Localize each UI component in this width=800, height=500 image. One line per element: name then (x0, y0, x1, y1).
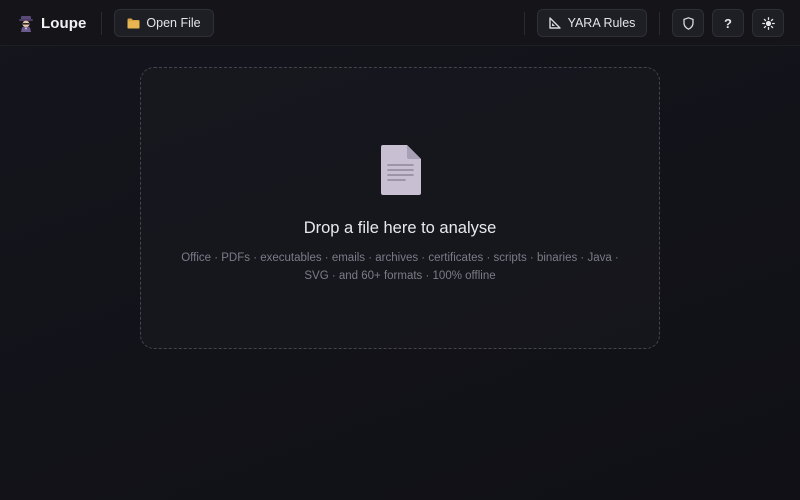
app-name: Loupe (41, 14, 87, 32)
toolbar-divider (524, 12, 525, 35)
toolbar-divider (101, 12, 102, 35)
help-label: ? (724, 15, 732, 31)
open-file-button[interactable]: Open File (114, 9, 214, 37)
folder-icon (127, 18, 140, 29)
security-button[interactable] (672, 9, 704, 37)
document-icon (380, 144, 422, 196)
app-window: Loupe Open File YARA Rules ? Drop a file… (0, 0, 800, 500)
supported-formats-line: SVG · and 60+ formats · 100% offline (304, 270, 496, 282)
sun-icon (761, 16, 775, 30)
supported-formats-text: Office · PDFs · executables · emails · a… (171, 249, 629, 285)
shield-icon (682, 16, 694, 30)
theme-toggle-button[interactable] (752, 9, 784, 37)
file-drop-zone[interactable]: Drop a file here to analyse Office · PDF… (140, 67, 660, 349)
help-button[interactable]: ? (712, 9, 744, 37)
triangle-ruler-icon (548, 17, 561, 29)
drop-zone-title: Drop a file here to analyse (303, 219, 497, 237)
toolbar-divider (659, 12, 660, 35)
supported-formats-line: Office · PDFs · executables · emails · a… (181, 252, 619, 264)
detective-icon (18, 14, 34, 32)
toolbar: Loupe Open File YARA Rules ? (0, 0, 800, 46)
yara-rules-button[interactable]: YARA Rules (537, 9, 647, 37)
open-file-label: Open File (146, 16, 201, 30)
yara-rules-label: YARA Rules (567, 16, 636, 30)
brand: Loupe (18, 13, 87, 33)
